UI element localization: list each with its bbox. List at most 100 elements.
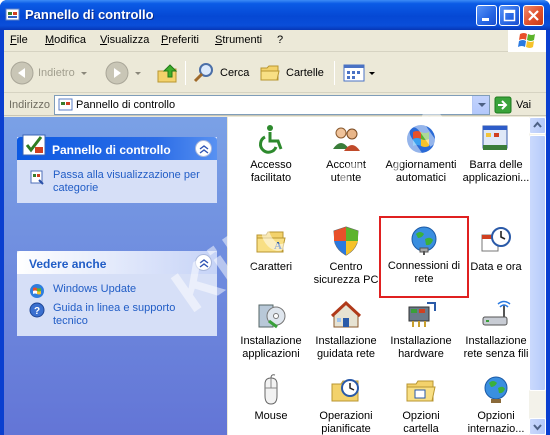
cp-item-automatic-updates[interactable]: Aggiornamenti automatici [383,123,459,185]
cp-item-network-connections[interactable]: Connessioni di rete [379,216,469,298]
go-label: Vai [516,99,532,111]
close-icon [528,10,539,21]
control-panel-task-group: Pannello di controllo Passa alla visuali… [17,134,217,203]
forward-arrow-icon [105,61,129,85]
cp-item-add-hardware[interactable]: Installazione hardware [383,299,459,361]
windows-update-link[interactable]: Windows Update [29,283,209,299]
back-button[interactable]: Indietro [10,59,87,87]
views-dropdown-arrow-icon[interactable] [369,71,375,75]
help-icon: ? [29,302,45,318]
forward-button[interactable] [105,59,141,87]
toolbar: Indietro Cerca Cartelle [4,53,546,93]
window-title: Pannello di controllo [25,7,154,22]
minimize-icon [482,18,489,21]
scroll-up-arrow-icon [533,121,542,128]
cp-item-regional-options[interactable]: Opzioni internazio... [458,374,529,435]
toolbar-separator [334,61,335,85]
see-also-task-group: Vedere anche Windows Update ? Guida in l… [17,251,217,336]
windows-update-icon [30,284,44,298]
menu-tools[interactable]: Strumenti [215,34,262,46]
close-button[interactable] [523,5,544,26]
address-field[interactable]: Pannello di controllo [54,95,490,115]
forward-dropdown-arrow-icon[interactable] [135,71,141,75]
cp-item-mouse[interactable]: Mouse [233,374,309,423]
views-button[interactable] [342,59,375,87]
svg-text:A: A [274,240,282,252]
cp-item-user-accounts[interactable]: Account utente [308,123,384,185]
svg-text:?: ? [34,306,40,317]
menu-edit[interactable]: Modifica [45,34,86,46]
back-arrow-icon [10,61,34,85]
title-bar[interactable]: Pannello di controllo [0,0,550,30]
control-panel-icon [22,134,46,156]
security-center-shield-icon [333,226,359,256]
views-icon [343,64,365,82]
menu-favorites[interactable]: Preferiti [161,34,199,46]
vertical-scrollbar[interactable] [529,117,546,435]
search-button[interactable]: Cerca [192,59,249,87]
cp-item-fonts[interactable]: A Caratteri [233,225,309,274]
switch-to-category-view-label: Passa alla visualizzazione per categorie [53,169,200,194]
cp-item-folder-options[interactable]: Opzioni cartella [383,374,459,435]
add-hardware-icon [408,302,436,327]
task-pane: Pannello di controllo Passa alla visuali… [4,117,227,435]
cp-item-scheduled-tasks[interactable]: Operazioni pianificate [308,374,384,435]
back-dropdown-arrow-icon[interactable] [80,71,87,75]
taskbar-icon [482,125,508,150]
automatic-updates-icon [407,125,435,153]
scrollbar-thumb[interactable] [529,135,546,391]
regional-options-globe-icon [484,376,508,403]
cp-item-network-setup-wizard[interactable]: Installazione guidata rete [308,299,384,361]
control-panel-group-title: Pannello di controllo [52,143,171,157]
cp-item-security-center[interactable]: Centro sicurezza PC [308,225,384,287]
window-client: File Modifica Visualizza Preferiti Strum… [4,30,546,435]
switch-to-category-view-link[interactable]: Passa alla visualizzazione per categorie [29,169,209,195]
category-view-icon [30,170,44,185]
add-remove-programs-icon [258,304,286,329]
go-arrow-icon [494,96,512,114]
control-panel-icon [58,98,73,111]
maximize-button[interactable] [499,5,520,26]
windows-logo [508,30,546,52]
menu-view[interactable]: Visualizza [100,34,149,46]
go-button[interactable]: Vai [494,96,531,114]
collapse-button[interactable] [195,140,212,157]
maximize-icon [503,9,516,22]
collapse-button[interactable] [195,254,212,271]
scroll-up-button[interactable] [529,117,546,134]
back-label: Indietro [38,67,75,79]
address-bar: Indirizzo Pannello di controllo Vai [4,94,546,116]
help-and-support-link[interactable]: ? Guida in linea e supporto tecnico [29,302,209,328]
scroll-down-arrow-icon [533,424,542,431]
explorer-window: Pannello di controllo File Modifica Visu… [0,0,550,435]
see-also-group-header[interactable]: Vedere anche [17,251,217,274]
control-panel-group-body: Passa alla visualizzazione per categorie [17,160,217,203]
accessibility-icon [259,125,283,154]
user-accounts-icon [333,127,360,151]
see-also-group-body: Windows Update ? Guida in linea e suppor… [17,274,217,336]
folders-button[interactable]: Cartelle [258,59,324,87]
menu-bar: File Modifica Visualizza Preferiti Strum… [4,30,546,52]
up-folder-button[interactable] [156,59,180,87]
chevron-up-icon [199,259,209,268]
see-also-group-title: Vedere anche [29,257,107,271]
folders-icon [260,65,280,81]
toolbar-separator [185,61,186,85]
cp-item-wireless-network-setup[interactable]: Installazione rete senza fili [458,299,529,361]
scheduled-tasks-icon [331,379,359,402]
date-time-clock-icon [481,227,511,252]
cp-item-add-remove-programs[interactable]: Installazione applicazioni [233,299,309,361]
address-dropdown-button[interactable] [472,96,489,114]
cp-item-date-time[interactable]: Data e ora [458,225,529,274]
cp-item-accessibility[interactable]: Accesso facilitato [233,123,309,185]
scroll-down-button[interactable] [529,418,546,435]
cp-item-taskbar[interactable]: Barra delle applicazioni... [458,123,529,185]
minimize-button[interactable] [476,5,497,26]
control-panel-items: Accesso facilitato Account utente Aggior… [228,117,529,435]
fonts-folder-icon: A [256,231,286,253]
menu-file[interactable]: File [10,34,28,46]
menu-help[interactable]: ? [277,34,283,46]
control-panel-group-header[interactable]: Pannello di controllo [17,134,217,160]
folders-label: Cartelle [286,67,324,79]
control-panel-icon [5,8,20,21]
